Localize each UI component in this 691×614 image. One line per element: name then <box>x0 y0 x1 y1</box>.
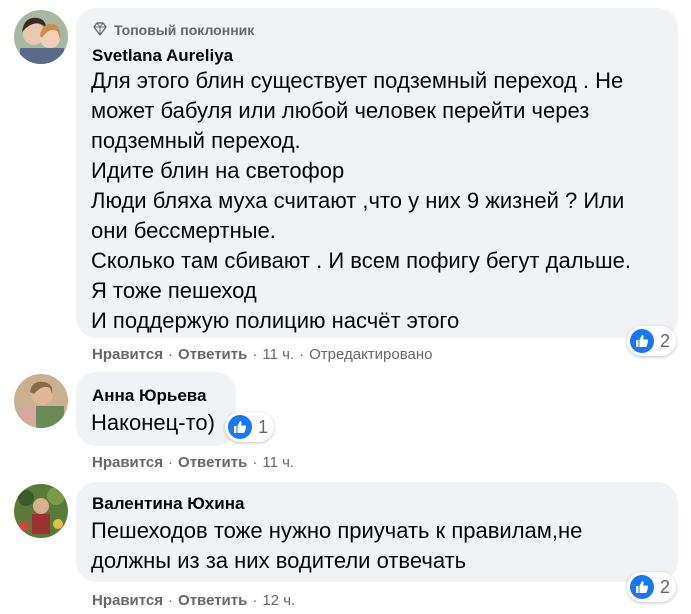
like-link[interactable]: Нравится <box>92 346 163 363</box>
comment-author[interactable]: Анна Юрьева <box>92 386 207 406</box>
avatar[interactable] <box>14 374 68 428</box>
separator: · <box>168 453 174 471</box>
separator: · <box>299 345 305 363</box>
comment-line: Идите блин на светофор <box>91 158 345 183</box>
like-link[interactable]: Нравится <box>92 454 163 471</box>
reaction-count-label: 2 <box>660 330 671 351</box>
reaction-count-label: 2 <box>660 576 671 597</box>
comment-text: Наконец-то) <box>91 408 215 438</box>
comment-line: Сколько там сбивают . И всем пофигу бегу… <box>91 248 632 273</box>
diamond-icon <box>92 21 108 40</box>
avatar[interactable] <box>14 10 68 64</box>
comment-text: Пешеходов тоже нужно приучать к правилам… <box>91 516 582 576</box>
comment-actions: Нравится · Ответить · 11 ч. <box>92 452 294 472</box>
timestamp[interactable]: 12 ч. <box>262 592 295 609</box>
edited-label[interactable]: Отредактировано <box>309 346 432 363</box>
comment-line: Я тоже пешеход <box>91 278 257 303</box>
reaction-count[interactable]: 1 <box>225 412 275 442</box>
like-icon <box>228 415 252 439</box>
comment-line: может бабуля или любой человек перейти ч… <box>91 98 590 123</box>
timestamp[interactable]: 11 ч. <box>262 454 294 471</box>
comment-line: Наконец-то) <box>91 410 215 435</box>
comment-actions: Нравится · Ответить · 11 ч. · Отредактир… <box>92 344 433 364</box>
separator: · <box>168 591 174 609</box>
comment-author[interactable]: Валентина Юхина <box>92 494 244 514</box>
like-icon <box>630 575 654 599</box>
separator: · <box>168 345 174 363</box>
avatar[interactable] <box>14 484 68 538</box>
reaction-count[interactable]: 2 <box>627 326 677 356</box>
reaction-count[interactable]: 2 <box>627 572 677 602</box>
reply-link[interactable]: Ответить <box>178 346 247 363</box>
comment-author[interactable]: Svetlana Aureliya <box>92 46 233 66</box>
like-icon <box>630 329 654 353</box>
like-link[interactable]: Нравится <box>92 592 163 609</box>
comment-line: И поддержую полицию насчёт этого <box>91 308 460 333</box>
reaction-count-label: 1 <box>258 416 269 437</box>
comment-line: Пешеходов тоже нужно приучать к правилам… <box>91 518 583 543</box>
separator: · <box>252 453 258 471</box>
comment-text: Для этого блин существует подземный пере… <box>91 66 631 336</box>
reply-link[interactable]: Ответить <box>178 592 247 609</box>
badge-label: Топовый поклонник <box>114 22 255 38</box>
comment-line: подземный переход. <box>91 128 301 153</box>
separator: · <box>252 345 258 363</box>
comment-line: Люди бляха муха считают ,что у них 9 жиз… <box>91 188 625 213</box>
comment-actions: Нравится · Ответить · 12 ч. <box>92 590 295 610</box>
comment-line: должны из за них водители отвечать <box>91 548 467 573</box>
comment-line: они бессмертные. <box>91 218 276 243</box>
top-fan-badge: Топовый поклонник <box>92 20 254 40</box>
separator: · <box>252 591 258 609</box>
reply-link[interactable]: Ответить <box>178 454 247 471</box>
comment-line: Для этого блин существует подземный пере… <box>91 68 624 93</box>
timestamp[interactable]: 11 ч. <box>262 346 294 363</box>
